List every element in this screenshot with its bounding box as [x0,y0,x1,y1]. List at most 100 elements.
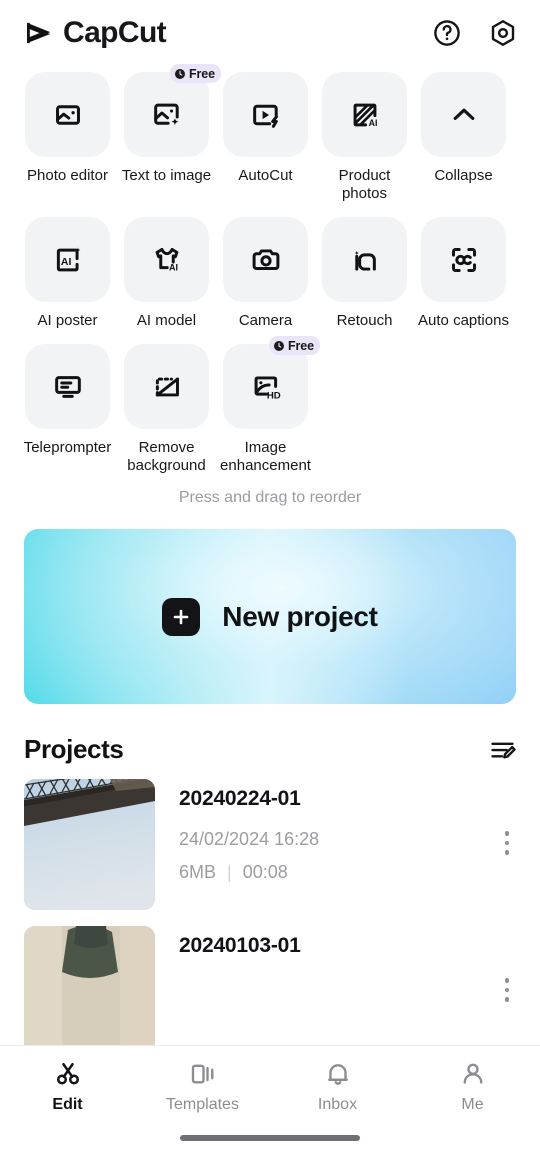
bottom-navigation: Edit Templates Inbox Me [0,1045,540,1153]
photo-editor-icon [51,98,85,132]
tool-tile [421,217,506,302]
tool-teleprompter[interactable]: Teleprompter [18,344,117,475]
person-icon [458,1059,488,1089]
page-title: Projects [24,734,124,764]
kebab-dot [504,978,510,983]
teleprompter-icon [51,370,85,404]
table-row[interactable]: 20240103-01 [24,926,522,1057]
tool-label: Photo editor [27,167,108,184]
kebab-menu-icon[interactable] [492,831,522,855]
kebab-dot [504,997,510,1002]
free-badge-label: Free [188,66,215,81]
project-date: 24/02/2024 16:28 [179,829,320,849]
tool-tile [124,344,209,429]
retouch-icon [348,243,382,277]
app-header: CapCut [0,0,540,66]
camera-icon [249,243,283,277]
brand: CapCut [24,16,167,50]
project-meta: 20240224-01 24/02/2024 16:28 6MB | 00:08 [179,779,492,883]
tool-retouch[interactable]: Retouch [315,217,414,330]
svg-text:AI: AI [168,262,177,272]
free-badge: Free [268,336,320,355]
image-enhancement-icon: HD [249,370,283,404]
new-project-button[interactable]: New project [24,529,516,704]
autocut-icon [249,98,283,132]
tool-tile: AI [25,217,110,302]
tool-autocut[interactable]: AutoCut [216,72,315,203]
tool-tile: Free [124,64,221,157]
svg-text:AI: AI [60,256,71,267]
person-photo [24,926,155,1057]
bell-icon [323,1059,353,1089]
tool-tile [421,72,506,157]
ai-model-icon: AI [150,243,184,277]
svg-text:AI: AI [368,117,377,127]
tool-tile [322,217,407,302]
tool-image-enhancement[interactable]: Free HD Image enhancement [216,336,320,475]
tool-label: Teleprompter [23,439,112,456]
tool-text-to-image[interactable]: Free Text to image [117,64,221,203]
tool-auto-captions[interactable]: Auto captions [414,217,513,330]
kebab-dot [504,850,510,855]
bridge-truss-photo [24,779,155,910]
capcut-app-screen: CapCut Photo editor Free Text to image A… [0,0,540,1153]
plus-icon [162,597,201,636]
remove-background-icon [150,370,184,404]
nav-item-inbox[interactable]: Inbox [270,1059,405,1114]
tool-tile: AI [124,217,209,302]
tool-ai-poster[interactable]: AI AI poster [18,217,117,330]
svg-text:HD: HD [266,390,280,401]
tool-tile [223,217,308,302]
capcut-logo-icon [24,18,54,48]
tool-tile: AI [322,72,407,157]
templates-icon [188,1059,218,1089]
tool-photo-editor[interactable]: Photo editor [18,72,117,203]
tool-label: Collapse [434,167,493,184]
project-meta: 20240103-01 [179,926,492,976]
table-row[interactable]: 20240224-01 24/02/2024 16:28 6MB | 00:08 [24,779,522,910]
settings-gear-icon[interactable] [488,18,518,48]
nav-item-edit[interactable]: Edit [0,1059,135,1114]
tool-collapse[interactable]: Collapse [414,72,513,203]
project-size: 6MB [179,862,217,882]
kebab-dot [504,840,510,845]
stat-separator: | [227,862,232,882]
home-indicator [180,1135,360,1141]
product-photos-icon: AI [348,98,382,132]
project-thumbnail [24,926,155,1057]
tool-label: AutoCut [238,167,293,184]
sort-edit-icon[interactable] [488,735,518,765]
tool-grid: Photo editor Free Text to image AutoCut … [0,64,540,507]
tool-tile [25,72,110,157]
tool-product-photos[interactable]: AI Product photos [315,72,414,203]
tool-label: Camera [238,312,293,329]
kebab-menu-icon[interactable] [492,978,522,1002]
project-stats: 6MB | 00:08 [179,862,492,883]
tool-label: Text to image [121,167,212,184]
nav-item-me[interactable]: Me [405,1059,540,1114]
project-duration: 00:08 [242,862,288,882]
header-actions [432,18,518,48]
tool-ai-model[interactable]: AI AI model [117,217,216,330]
tool-row: Photo editor Free Text to image AutoCut … [18,64,522,203]
tool-tile: Free HD [223,336,320,429]
tool-tile [25,344,110,429]
nav-label: Templates [166,1096,239,1113]
tool-label: Image enhancement [220,439,311,474]
kebab-dot [504,831,510,836]
projects-header: Projects [0,734,540,765]
free-badge-label: Free [287,338,314,353]
help-circle-icon[interactable] [432,18,462,48]
free-badge: Free [169,64,221,83]
text-to-image-icon [150,98,184,132]
kebab-dot [504,987,510,992]
project-thumbnail [24,779,155,910]
reorder-hint: Press and drag to reorder [178,489,362,506]
ai-poster-icon: AI [51,243,85,277]
tool-remove-background[interactable]: Remove background [117,344,216,475]
tool-camera[interactable]: Camera [216,217,315,330]
tool-label: AI poster [37,312,98,329]
app-title: CapCut [63,16,167,49]
tool-label: Retouch [336,312,393,329]
nav-item-templates[interactable]: Templates [135,1059,270,1114]
